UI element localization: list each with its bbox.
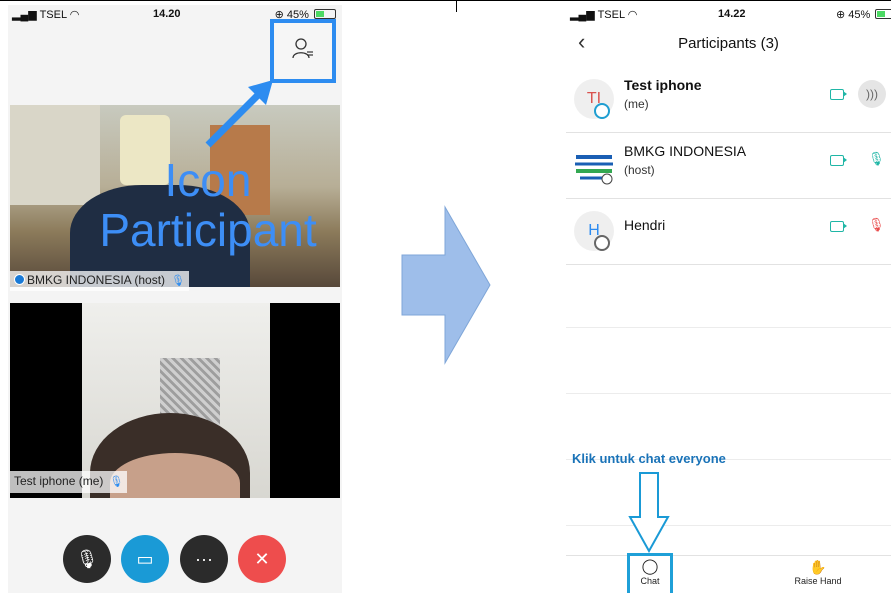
status-badge bbox=[594, 103, 610, 119]
hint-text: Klik untuk chat everyone bbox=[572, 451, 726, 466]
self-video-tile[interactable] bbox=[10, 303, 340, 498]
battery-percent: 45% bbox=[848, 9, 871, 21]
annotation-text: Icon Participant bbox=[99, 154, 317, 256]
carrier-label: TSEL bbox=[39, 9, 67, 21]
wifi-icon: ◠ bbox=[627, 9, 638, 21]
participant-name: Test iphone bbox=[624, 77, 702, 93]
camera-icon: ▭ bbox=[136, 548, 154, 569]
participants-screen: ▂▄▆ TSEL ◠ 14.22 ⊕ 45% ‹ Participants (3… bbox=[566, 5, 891, 593]
more-button[interactable]: ··· bbox=[180, 535, 228, 583]
participant-row[interactable]: TI Test iphone (me) ))) bbox=[566, 67, 891, 133]
participant-row[interactable]: BMKG INDONESIA (host) 🎙 bbox=[566, 133, 891, 199]
battery-icon bbox=[875, 9, 891, 19]
headset-badge-icon bbox=[594, 235, 610, 251]
mute-button[interactable]: 🎙 bbox=[63, 535, 111, 583]
signal-icon: ▂▄▆ bbox=[12, 9, 37, 21]
top-border-tick bbox=[456, 0, 457, 12]
battery-icon bbox=[314, 9, 336, 19]
speaking-icon[interactable]: ))) bbox=[858, 80, 886, 108]
divider bbox=[566, 393, 891, 394]
meeting-screen: ▂▄▆ TSEL ◠ 14.20 ⊕ 45% BMKG INDONESIA (h… bbox=[8, 5, 342, 593]
page-title: Participants (3) bbox=[678, 35, 779, 52]
chat-button[interactable]: ◯ Chat bbox=[627, 553, 673, 593]
status-bar: ▂▄▆ TSEL ◠ 14.22 ⊕ 45% bbox=[566, 5, 891, 23]
bmkg-logo-icon bbox=[574, 145, 614, 185]
clock: 14.20 bbox=[153, 8, 181, 20]
chat-icon: ◯ bbox=[641, 558, 659, 575]
top-border bbox=[0, 0, 891, 1]
wifi-icon: ◠ bbox=[69, 9, 80, 21]
participant-row[interactable]: H Hendri 🎙 bbox=[566, 199, 891, 265]
bottom-toolbar: ◯ Chat ✋ Raise Hand bbox=[566, 553, 891, 593]
divider bbox=[566, 327, 891, 328]
mic-icon: 🎙 bbox=[109, 476, 124, 488]
host-video-label: BMKG INDONESIA (host) 🎙 bbox=[10, 271, 189, 291]
participant-role: (host) bbox=[624, 163, 655, 177]
participant-name: Hendri bbox=[624, 217, 666, 233]
mic-muted-icon: 🎙 bbox=[75, 548, 99, 569]
camera-button[interactable]: ▭ bbox=[121, 535, 169, 583]
end-call-button[interactable]: ✕ bbox=[238, 535, 286, 583]
video-icon[interactable] bbox=[830, 155, 847, 166]
participant-name: BMKG INDONESIA bbox=[624, 143, 747, 159]
participant-role: (me) bbox=[624, 97, 649, 111]
divider bbox=[566, 525, 891, 526]
host-avatar-dot-icon bbox=[14, 274, 25, 285]
transition-arrow-icon bbox=[401, 205, 491, 365]
mic-icon[interactable]: 🎙 bbox=[868, 151, 885, 167]
down-arrow-icon bbox=[628, 472, 670, 553]
close-icon: ✕ bbox=[254, 548, 270, 569]
mic-icon: 🎙 bbox=[171, 275, 185, 287]
participants-icon bbox=[292, 38, 313, 59]
clock: 14.22 bbox=[718, 8, 746, 20]
annotation-arrow-icon bbox=[205, 80, 273, 148]
video-icon[interactable] bbox=[830, 89, 847, 100]
call-controls: 🎙 ▭ ··· ✕ bbox=[8, 535, 342, 585]
nav-bar: ‹ Participants (3) bbox=[566, 27, 891, 61]
signal-icon: ▂▄▆ bbox=[570, 9, 595, 21]
more-icon: ··· bbox=[195, 548, 213, 569]
hand-icon: ✋ bbox=[809, 559, 827, 575]
participants-button[interactable] bbox=[270, 19, 336, 83]
raise-hand-button[interactable]: ✋ Raise Hand bbox=[788, 558, 848, 586]
mic-muted-icon[interactable]: 🎙 bbox=[868, 217, 885, 233]
location-icon: ⊕ bbox=[836, 9, 846, 21]
carrier-label: TSEL bbox=[597, 9, 625, 21]
video-icon[interactable] bbox=[830, 221, 847, 232]
self-video-label: Test iphone (me) 🎙 bbox=[10, 471, 128, 493]
